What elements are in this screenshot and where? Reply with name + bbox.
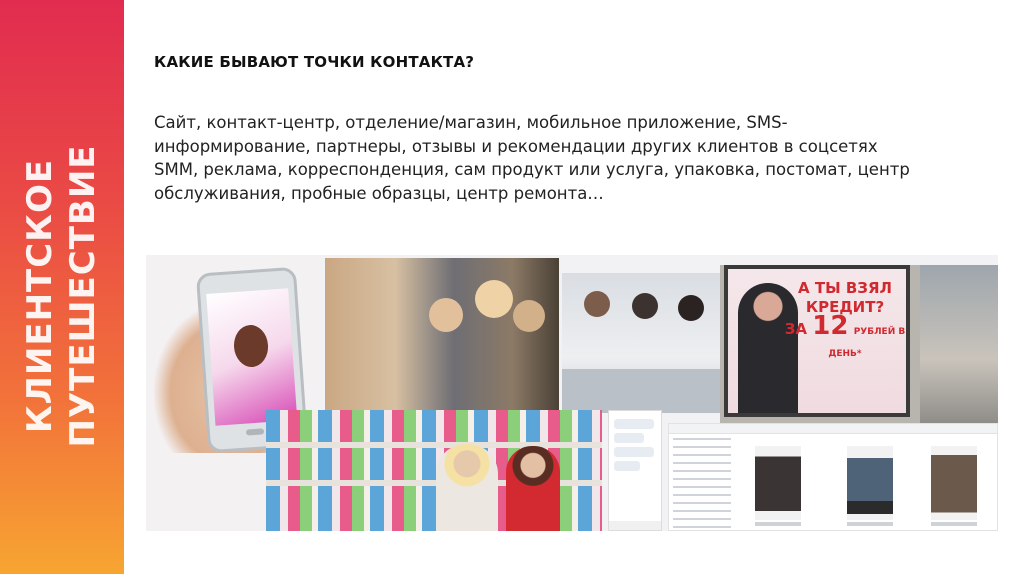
chat-input-bar xyxy=(609,521,661,530)
chat-bubble xyxy=(614,419,654,429)
shop-toolbar xyxy=(669,424,997,434)
contact-center-photo xyxy=(562,273,722,413)
product-label xyxy=(847,522,893,526)
person-silhouette xyxy=(513,300,545,332)
slide-body-text: Сайт, контакт-центр, отделение/магазин, … xyxy=(154,111,994,205)
desk-shape xyxy=(562,369,722,413)
operator-silhouette xyxy=(678,295,704,321)
staff-figure xyxy=(506,446,560,531)
people-recommendations-photo xyxy=(325,258,559,410)
sidebar-title-line2: ПУТЕШЕСТВИЕ xyxy=(63,144,103,448)
avatar xyxy=(232,323,270,369)
messenger-screenshot xyxy=(608,410,662,531)
phone-screen xyxy=(206,288,298,426)
sidebar-banner: КЛИЕНТСКОЕ ПУТЕШЕСТВИЕ xyxy=(0,0,124,574)
operator-silhouette xyxy=(632,293,658,319)
billboard-line1: А ТЫ ВЗЯЛ xyxy=(798,279,892,297)
street-background xyxy=(920,265,998,423)
billboard-number: 12 xyxy=(812,311,849,341)
product-coat-image xyxy=(755,446,801,520)
body-line: обслуживания, пробные образцы, центр рем… xyxy=(154,183,604,203)
sidebar-title: КЛИЕНТСКОЕ ПУТЕШЕСТВИЕ xyxy=(19,144,105,447)
touchpoints-collage: А ТЫ ВЗЯЛ КРЕДИТ? ЗА 12 РУБЛЕЙ В ДЕНЬ* xyxy=(146,255,998,531)
product-label xyxy=(931,522,977,526)
advertising-billboard-photo: А ТЫ ВЗЯЛ КРЕДИТ? ЗА 12 РУБЛЕЙ В ДЕНЬ* xyxy=(720,265,998,423)
person-silhouette xyxy=(475,280,513,318)
body-line: Сайт, контакт-центр, отделение/магазин, … xyxy=(154,113,788,132)
slide-heading: КАКИЕ БЫВАЮТ ТОЧКИ КОНТАКТА? xyxy=(154,53,475,71)
chat-bubble xyxy=(614,433,644,443)
billboard-text: А ТЫ ВЗЯЛ КРЕДИТ? ЗА 12 РУБЛЕЙ В ДЕНЬ* xyxy=(780,279,910,364)
sidebar-title-line1: КЛИЕНТСКОЕ xyxy=(20,158,60,434)
person-silhouette xyxy=(429,298,463,332)
body-line: информирование, партнеры, отзывы и реком… xyxy=(154,136,878,156)
product-parka-image xyxy=(931,446,977,520)
online-shop-screenshot xyxy=(668,423,998,531)
phone-home-button xyxy=(245,428,265,436)
billboard: А ТЫ ВЗЯЛ КРЕДИТ? ЗА 12 РУБЛЕЙ В ДЕНЬ* xyxy=(724,265,910,417)
billboard-line3: ЗА 12 РУБЛЕЙ В ДЕНЬ* xyxy=(780,313,910,364)
operator-silhouette xyxy=(584,291,610,317)
shelf-divider xyxy=(266,442,602,448)
body-line: SMM, реклама, корреспонденция, сам проду… xyxy=(154,160,910,179)
chat-bubble xyxy=(614,447,654,457)
billboard-prefix: ЗА xyxy=(784,320,808,338)
product-jacket-image xyxy=(847,446,893,520)
shop-filter-sidebar xyxy=(673,438,731,528)
product-label xyxy=(755,522,801,526)
store-photo xyxy=(266,410,602,531)
customer-figure xyxy=(436,444,498,531)
chat-bubble xyxy=(614,461,640,471)
